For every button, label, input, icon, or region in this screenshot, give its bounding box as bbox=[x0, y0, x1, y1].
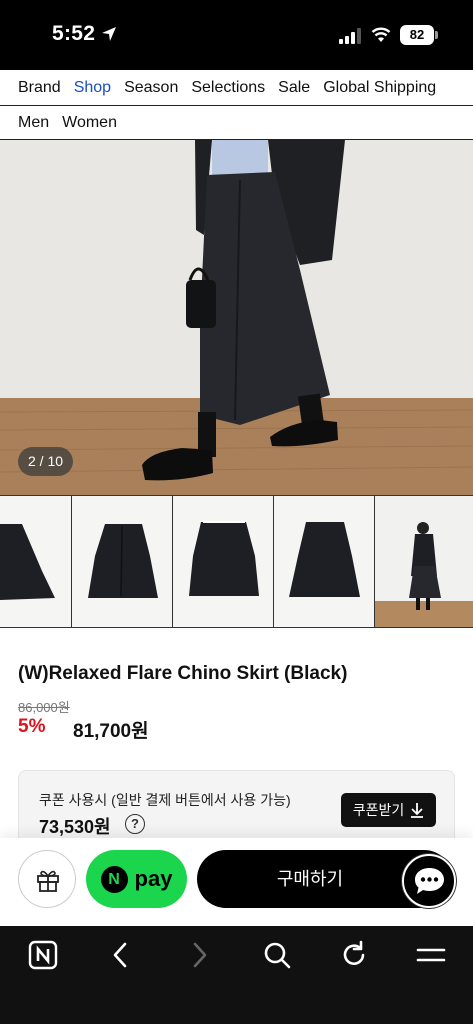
nav-brand[interactable]: Brand bbox=[18, 79, 61, 97]
thumbnail-3[interactable] bbox=[173, 496, 274, 627]
help-icon[interactable]: ? bbox=[125, 814, 145, 834]
naver-pay-logo: N bbox=[100, 865, 128, 893]
download-coupon-button[interactable]: 쿠폰받기 bbox=[341, 793, 436, 827]
back-icon[interactable] bbox=[106, 940, 136, 970]
status-bar: 5:52 82 bbox=[0, 0, 473, 70]
search-icon[interactable] bbox=[262, 940, 292, 970]
nav-sale[interactable]: Sale bbox=[278, 79, 310, 97]
naver-pay-button[interactable]: N pay bbox=[86, 850, 187, 908]
thumbnail-4[interactable] bbox=[274, 496, 375, 627]
sub-nav: Men Women bbox=[0, 106, 473, 140]
coupon-button-label: 쿠폰받기 bbox=[352, 802, 405, 818]
cellular-signal-icon bbox=[339, 28, 361, 44]
battery-nub bbox=[435, 31, 438, 39]
nav-men[interactable]: Men bbox=[18, 114, 49, 132]
nav-women[interactable]: Women bbox=[62, 114, 117, 132]
image-counter: 2 / 10 bbox=[18, 447, 73, 476]
browser-toolbar bbox=[0, 926, 473, 1024]
nav-season[interactable]: Season bbox=[124, 79, 178, 97]
chat-button[interactable] bbox=[402, 854, 456, 908]
thumbnail-5[interactable] bbox=[375, 496, 473, 627]
naver-home-icon[interactable] bbox=[28, 940, 58, 970]
thumbnail-1[interactable] bbox=[0, 496, 72, 627]
sale-price: 81,700원 bbox=[73, 721, 149, 742]
forward-icon[interactable] bbox=[184, 940, 214, 970]
nav-selections[interactable]: Selections bbox=[191, 79, 265, 97]
original-price: 86,000원 bbox=[18, 700, 70, 715]
purchase-action-bar: N pay 구매하기 bbox=[0, 838, 473, 926]
chat-icon bbox=[415, 868, 444, 894]
wifi-icon bbox=[371, 27, 391, 42]
download-arrow-icon bbox=[411, 803, 424, 818]
menu-icon[interactable] bbox=[416, 940, 446, 970]
product-main-image[interactable]: 2 / 10 bbox=[0, 140, 473, 495]
thumbnail-strip bbox=[0, 495, 473, 628]
coupon-description: 쿠폰 사용시 (일반 결제 버튼에서 사용 가능) bbox=[39, 792, 291, 808]
discount-rate: 5% bbox=[18, 716, 46, 737]
product-title: (W)Relaxed Flare Chino Skirt (Black) bbox=[18, 663, 348, 684]
nav-shop[interactable]: Shop bbox=[74, 79, 111, 97]
main-nav: Brand Shop Season Selections Sale Global… bbox=[0, 70, 473, 106]
thumbnail-2[interactable] bbox=[72, 496, 173, 627]
naver-pay-label: pay bbox=[134, 866, 173, 891]
model-photo bbox=[0, 140, 473, 495]
coupon-price: 73,530원 bbox=[39, 817, 111, 837]
gift-button[interactable] bbox=[18, 850, 76, 908]
location-arrow-icon bbox=[102, 27, 116, 41]
refresh-icon[interactable] bbox=[339, 940, 369, 970]
status-time: 5:52 bbox=[52, 22, 96, 45]
nav-global-shipping[interactable]: Global Shipping bbox=[323, 79, 436, 97]
battery-indicator: 82 bbox=[400, 25, 434, 45]
gift-icon bbox=[37, 870, 59, 892]
